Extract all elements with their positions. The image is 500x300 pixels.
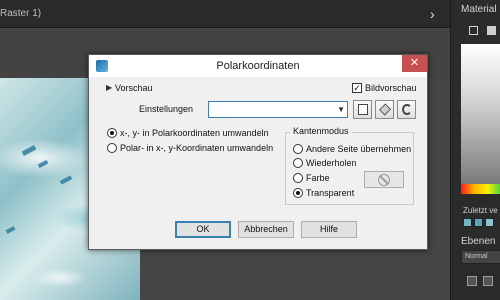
layers-panel-title: Ebenen <box>461 236 496 247</box>
close-button[interactable]: ✕ <box>402 55 427 72</box>
palette-icon[interactable] <box>469 26 478 35</box>
polar-coordinates-dialog: Polarkoordinaten ✕ ▶ Vorschau ✓ Bildvors… <box>88 54 428 250</box>
recent-color-swatch[interactable] <box>474 218 483 227</box>
no-color-icon <box>378 174 390 186</box>
randomize-button[interactable] <box>375 100 394 119</box>
dialog-titlebar[interactable]: Polarkoordinaten ✕ <box>89 55 427 77</box>
settings-preset-select[interactable]: ▼ <box>208 101 348 118</box>
radio-edge-transparent-label[interactable]: Transparent <box>306 188 354 198</box>
canvas-mark <box>5 226 16 234</box>
canvas-mark <box>21 145 37 156</box>
dialog-title: Polarkoordinaten <box>216 60 300 72</box>
save-preset-button[interactable] <box>353 100 372 119</box>
reset-button[interactable] <box>397 100 416 119</box>
cube-icon <box>379 103 391 116</box>
radio-edge-wrap-label[interactable]: Andere Seite übernehmen <box>306 144 411 154</box>
radio-polar-to-xy-label[interactable]: Polar- in x-, y-Koordinaten umwandeln <box>120 143 273 153</box>
radio-edge-repeat[interactable] <box>293 158 303 168</box>
ok-button[interactable]: OK <box>175 221 231 238</box>
radio-xy-to-polar[interactable] <box>107 128 117 138</box>
radio-edge-color-label[interactable]: Farbe <box>306 173 330 183</box>
reset-icon <box>402 104 412 115</box>
edge-mode-title: Kantenmodus <box>290 126 352 136</box>
radio-edge-wrap[interactable] <box>293 144 303 154</box>
swatch-icon[interactable] <box>487 26 496 35</box>
canvas-mark <box>59 175 73 185</box>
radio-xy-to-polar-label[interactable]: x-, y- in Polarkoordinaten umwandeln <box>120 128 269 138</box>
cancel-button[interactable]: Abbrechen <box>238 221 294 238</box>
right-panel: Material Zuletzt ve Ebenen Normal <box>450 0 500 300</box>
color-picker-gradient[interactable] <box>461 44 500 184</box>
document-tab-title[interactable]: Raster 1) <box>0 8 41 19</box>
settings-label: Einstellungen <box>139 104 194 114</box>
help-button[interactable]: Hilfe <box>301 221 357 238</box>
canvas-mark <box>37 159 49 169</box>
chevron-right-icon[interactable]: › <box>430 6 435 22</box>
recent-color-swatch[interactable] <box>463 218 472 227</box>
recent-color-swatch[interactable] <box>485 218 494 227</box>
image-preview-label: Bildvorschau <box>365 83 417 93</box>
layer-lock-icon[interactable] <box>483 276 493 286</box>
radio-edge-color[interactable] <box>293 173 303 183</box>
materials-panel-title: Material <box>461 4 497 15</box>
document-tab-bar: Raster 1) › <box>0 0 450 28</box>
expand-arrow-icon[interactable]: ▶ <box>106 83 112 92</box>
image-preview-checkbox[interactable]: ✓ <box>352 83 362 93</box>
layer-visibility-icon[interactable] <box>467 276 477 286</box>
color-spectrum[interactable] <box>461 184 500 194</box>
radio-edge-repeat-label[interactable]: Wiederholen <box>306 158 357 168</box>
radio-edge-transparent[interactable] <box>293 188 303 198</box>
edge-color-button[interactable] <box>364 171 404 188</box>
radio-polar-to-xy[interactable] <box>107 143 117 153</box>
save-icon <box>358 104 368 115</box>
preview-toggle-label[interactable]: Vorschau <box>115 83 153 93</box>
recent-colors-label: Zuletzt ve <box>463 206 498 215</box>
chevron-down-icon[interactable]: ▼ <box>337 105 345 114</box>
blend-mode-select[interactable]: Normal <box>461 250 500 264</box>
